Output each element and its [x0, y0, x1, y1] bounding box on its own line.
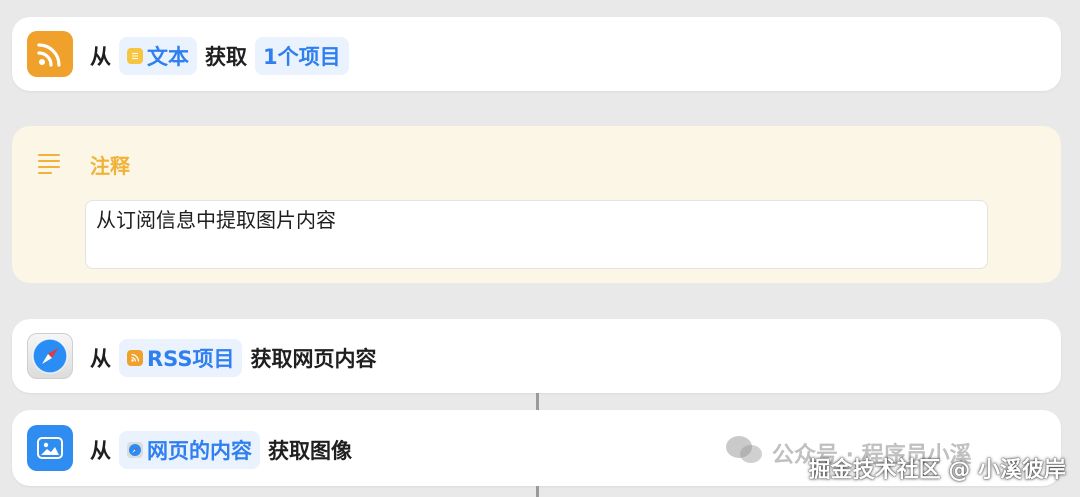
- safari-icon: [27, 333, 73, 379]
- get-webpage-contents-label: 获取网页内容: [250, 347, 377, 371]
- rss-mini-icon: [127, 350, 143, 366]
- photo-icon: [27, 425, 73, 471]
- flow-connector: [536, 393, 539, 411]
- text-doc-icon: [127, 48, 143, 64]
- action-card-get-items[interactable]: 从 文本 获取 1个项目: [12, 17, 1061, 91]
- action-card-get-webpage-contents[interactable]: 从 RSS项目 获取网页内容: [12, 319, 1061, 393]
- text-variable-label: 文本: [147, 45, 189, 69]
- from-label: 从: [90, 347, 111, 371]
- item-count-label: 1个项目: [263, 45, 341, 69]
- rss-icon: [27, 31, 73, 77]
- comment-title: 注释: [90, 154, 130, 178]
- from-label: 从: [90, 439, 111, 463]
- text-variable-pill[interactable]: 文本: [119, 37, 197, 75]
- safari-mini-icon: [127, 442, 143, 458]
- get-label: 获取: [205, 45, 247, 69]
- rss-item-variable-pill[interactable]: RSS项目: [119, 339, 243, 377]
- webpage-contents-variable-pill[interactable]: 网页的内容: [119, 431, 260, 469]
- flow-connector: [536, 486, 539, 497]
- lines-icon: [38, 152, 62, 178]
- rss-item-variable-label: RSS项目: [147, 347, 235, 371]
- item-count-pill[interactable]: 1个项目: [255, 37, 349, 75]
- get-images-label: 获取图像: [268, 439, 352, 463]
- webpage-contents-variable-label: 网页的内容: [147, 439, 252, 463]
- juejin-watermark: 掘金技术社区 @ 小溪彼岸: [808, 458, 1066, 483]
- comment-text-field[interactable]: 从订阅信息中提取图片内容: [85, 200, 988, 269]
- wechat-icon: [724, 434, 764, 472]
- from-label: 从: [90, 45, 111, 69]
